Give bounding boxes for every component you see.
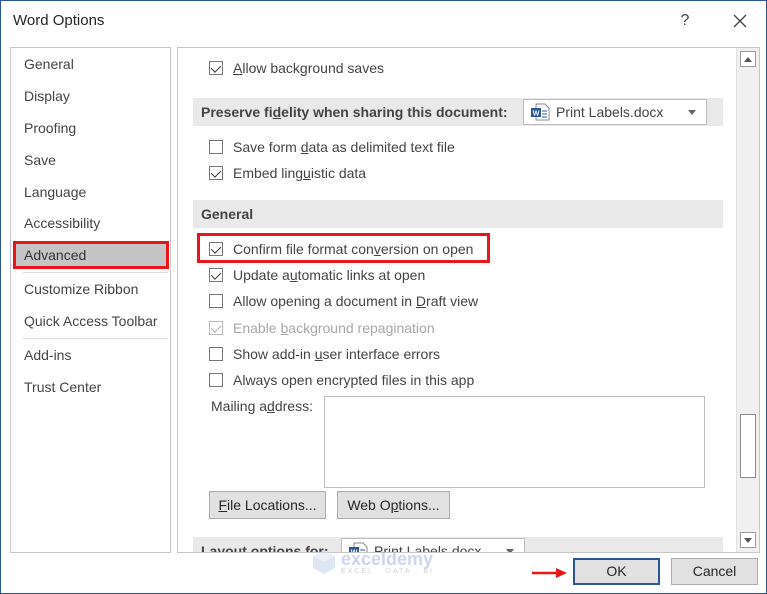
scroll-down-icon[interactable] bbox=[740, 532, 756, 548]
word-options-dialog: Word Options ? General Display Proofing … bbox=[0, 0, 767, 594]
update-automatic-links-checkbox[interactable]: Update automatic links at open bbox=[209, 264, 425, 286]
checkbox-label: Always open encrypted files in this app bbox=[233, 372, 475, 388]
svg-text:W: W bbox=[351, 550, 358, 554]
sidebar-item-trust-center[interactable]: Trust Center bbox=[14, 374, 168, 400]
checkbox-label: Enable background repagination bbox=[233, 320, 435, 336]
checkbox-box[interactable] bbox=[209, 140, 223, 154]
confirm-file-format-conversion-checkbox[interactable]: Confirm file format conversion on open bbox=[209, 238, 473, 260]
scrollbar-thumb[interactable] bbox=[740, 414, 756, 478]
sidebar-item-quick-access-toolbar[interactable]: Quick Access Toolbar bbox=[14, 308, 168, 334]
word-document-icon: W bbox=[531, 103, 550, 121]
checkbox-box[interactable] bbox=[209, 347, 223, 361]
sidebar-item-save[interactable]: Save bbox=[14, 147, 168, 173]
web-options-button[interactable]: Web Options... bbox=[337, 491, 450, 519]
checkbox-box[interactable] bbox=[209, 166, 223, 180]
cancel-button[interactable]: Cancel bbox=[671, 558, 758, 585]
close-icon bbox=[733, 14, 747, 28]
vertical-scrollbar[interactable] bbox=[736, 48, 759, 552]
checkbox-box[interactable] bbox=[209, 294, 223, 308]
checkbox-label: Allow opening a document in Draft view bbox=[233, 293, 479, 309]
scroll-up-icon[interactable] bbox=[740, 51, 756, 67]
sidebar-divider bbox=[23, 272, 168, 273]
ok-button[interactable]: OK bbox=[573, 558, 660, 585]
checkbox-label: Embed linguistic data bbox=[233, 165, 367, 181]
help-button[interactable]: ? bbox=[673, 9, 697, 33]
sidebar-divider bbox=[23, 338, 168, 339]
allow-draft-view-checkbox[interactable]: Allow opening a document in Draft view bbox=[209, 290, 478, 312]
sidebar-item-general[interactable]: General bbox=[14, 51, 168, 77]
checkbox-box[interactable] bbox=[209, 373, 223, 387]
checkbox-label: Show add-in user interface errors bbox=[233, 346, 440, 362]
mailing-address-input[interactable] bbox=[324, 396, 705, 488]
sidebar-item-customize-ribbon[interactable]: Customize Ribbon bbox=[14, 276, 168, 302]
fidelity-document-dropdown[interactable]: W Print Labels.docx bbox=[523, 99, 707, 125]
sidebar-item-display[interactable]: Display bbox=[14, 83, 168, 109]
checkbox-box[interactable] bbox=[209, 268, 223, 282]
chevron-down-icon bbox=[688, 109, 696, 115]
sidebar-item-advanced[interactable]: Advanced bbox=[13, 241, 169, 269]
checkbox-box[interactable] bbox=[209, 242, 223, 256]
chevron-down-icon bbox=[506, 548, 514, 552]
red-arrow-annotation-icon bbox=[532, 568, 567, 578]
layout-document-dropdown[interactable]: W Print Labels.docx bbox=[341, 538, 525, 554]
checkbox-label: Allow background saves bbox=[233, 60, 384, 76]
watermark-subtext: EXCEL · DATA · BI bbox=[341, 567, 434, 575]
enable-background-repagination-checkbox: Enable background repagination bbox=[209, 317, 435, 339]
sidebar-item-accessibility[interactable]: Accessibility bbox=[14, 210, 168, 236]
general-section-heading: General bbox=[193, 200, 723, 228]
sidebar-item-proofing[interactable]: Proofing bbox=[14, 115, 168, 141]
options-sidebar: General Display Proofing Save Language A… bbox=[10, 47, 171, 553]
allow-background-saves-checkbox[interactable]: Allow background saves bbox=[209, 57, 384, 79]
open-encrypted-files-checkbox[interactable]: Always open encrypted files in this app bbox=[209, 369, 474, 391]
advanced-options-pane: Allow background saves Preserve fidelity… bbox=[177, 47, 760, 553]
word-document-icon: W bbox=[349, 542, 368, 554]
checkbox-label: Confirm file format conversion on open bbox=[233, 241, 474, 257]
show-addin-errors-checkbox[interactable]: Show add-in user interface errors bbox=[209, 343, 440, 365]
sidebar-item-language[interactable]: Language bbox=[14, 179, 168, 205]
checkbox-box[interactable] bbox=[209, 61, 223, 75]
embed-linguistic-data-checkbox[interactable]: Embed linguistic data bbox=[209, 162, 366, 184]
dropdown-value: Print Labels.docx bbox=[374, 543, 482, 553]
checkbox-box bbox=[209, 321, 223, 335]
file-locations-button[interactable]: File Locations... bbox=[209, 491, 326, 519]
dialog-title: Word Options bbox=[13, 12, 105, 29]
sidebar-item-add-ins[interactable]: Add-ins bbox=[14, 342, 168, 368]
save-form-data-checkbox[interactable]: Save form data as delimited text file bbox=[209, 136, 455, 158]
checkbox-label: Save form data as delimited text file bbox=[233, 139, 455, 155]
svg-text:W: W bbox=[533, 111, 540, 118]
mailing-address-label: Mailing address: bbox=[211, 398, 313, 414]
dropdown-value: Print Labels.docx bbox=[556, 104, 664, 120]
checkbox-label: Update automatic links at open bbox=[233, 267, 426, 283]
title-bar: Word Options ? bbox=[1, 1, 766, 43]
close-button[interactable] bbox=[728, 9, 752, 33]
